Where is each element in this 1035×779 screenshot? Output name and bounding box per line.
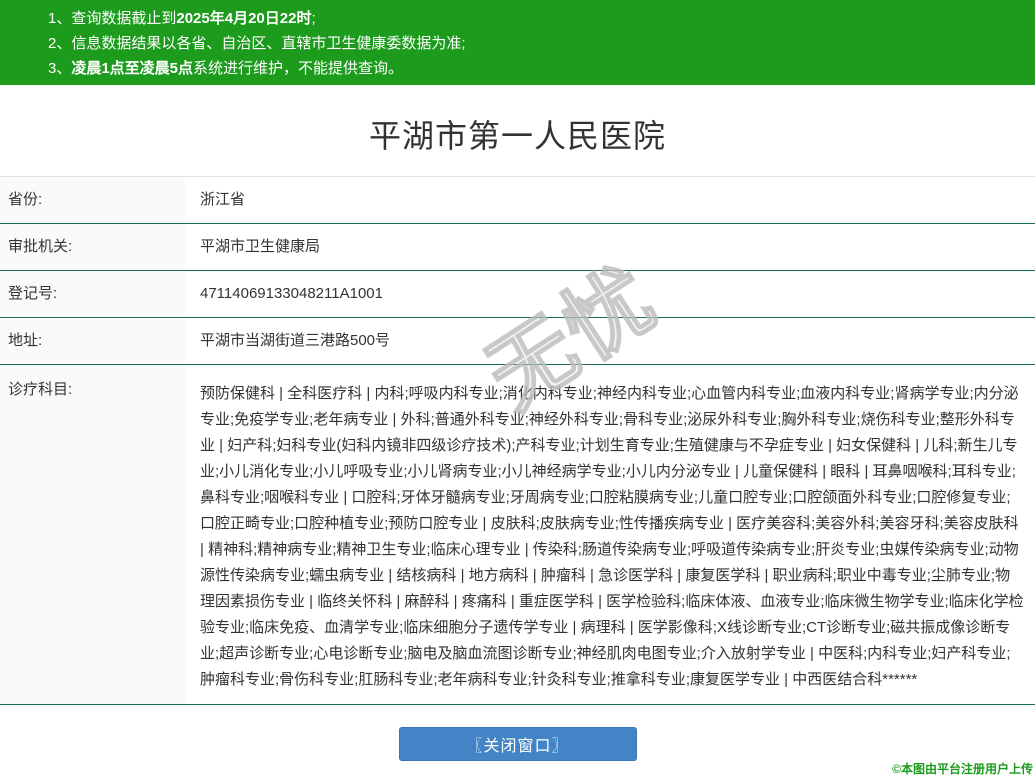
- table-row-address: 地址: 平湖市当湖街道三港路500号: [0, 317, 1035, 365]
- notice-bar: 1、查询数据截止到2025年4月20日22时; 2、信息数据结果以各省、自治区、…: [0, 0, 1035, 85]
- table-row-departments: 诊疗科目: 预防保健科 | 全科医疗科 | 内科;呼吸内科专业;消化内科专业;神…: [0, 364, 1035, 705]
- notice-number: 2、: [48, 35, 72, 52]
- notice-text: ;: [311, 10, 316, 27]
- info-table: 省份: 浙江省 审批机关: 平湖市卫生健康局 登记号: 471140691330…: [0, 176, 1035, 705]
- field-label-province: 省份:: [0, 176, 185, 224]
- notice-line-2: 2、信息数据结果以各省、自治区、直辖市卫生健康委数据为准;: [48, 31, 1025, 56]
- close-window-button[interactable]: 〖关闭窗口〗: [398, 727, 637, 761]
- field-label-registration-number: 登记号:: [0, 270, 185, 318]
- notice-number: 3、: [48, 60, 72, 77]
- notice-text: 查询数据截止到: [71, 10, 177, 27]
- notice-line-1: 1、查询数据截止到2025年4月20日22时;: [48, 6, 1025, 31]
- field-value-registration-number: 47114069133048211A1001: [200, 285, 383, 302]
- hospital-title: 平湖市第一人民医院: [368, 118, 666, 154]
- field-value-province: 浙江省: [200, 191, 246, 208]
- notice-text: 信息数据结果以各省、自治区、直辖市卫生健康委数据为准;: [71, 35, 466, 52]
- notice-bold-text: 凌晨1点至凌晨5点: [71, 60, 194, 77]
- table-row-approval-authority: 审批机关: 平湖市卫生健康局: [0, 223, 1035, 271]
- notice-number: 1、: [48, 10, 72, 27]
- table-row-province: 省份: 浙江省: [0, 176, 1035, 224]
- field-label-address: 地址:: [0, 317, 185, 365]
- field-value-departments: 预防保健科 | 全科医疗科 | 内科;呼吸内科专业;消化内科专业;神经内科专业;…: [200, 385, 1024, 688]
- notice-line-3: 3、凌晨1点至凌晨5点系统进行维护，不能提供查询。: [48, 56, 1025, 81]
- field-label-departments: 诊疗科目:: [0, 364, 185, 705]
- field-label-approval-authority: 审批机关:: [0, 223, 185, 271]
- notice-bold-text: 2025年4月20日22时: [176, 10, 312, 27]
- table-row-registration-number: 登记号: 47114069133048211A1001: [0, 270, 1035, 318]
- notice-text: 系统进行维护，不能提供查询。: [193, 60, 404, 77]
- footer-credit: ©本图由平台注册用户上传: [892, 762, 1033, 776]
- field-value-approval-authority: 平湖市卫生健康局: [200, 238, 321, 255]
- field-value-address: 平湖市当湖街道三港路500号: [200, 332, 391, 349]
